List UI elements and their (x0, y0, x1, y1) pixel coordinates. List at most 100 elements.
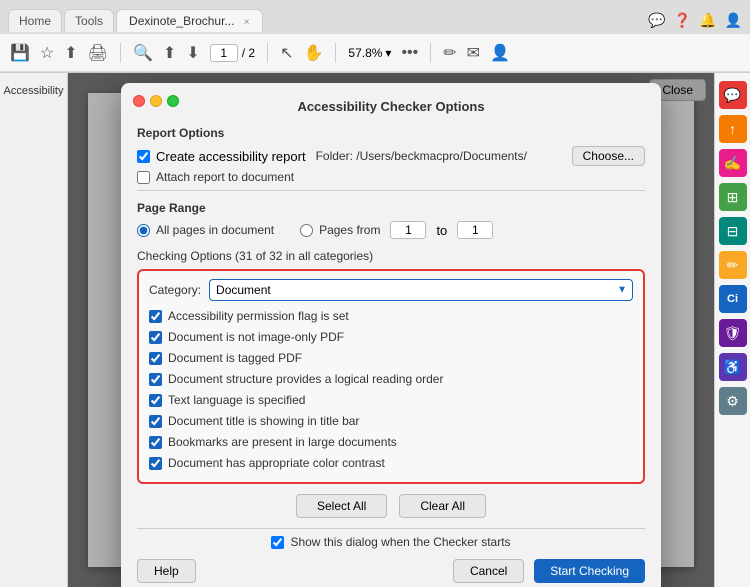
edit-icon[interactable]: ✏ (719, 251, 747, 279)
page-from-input[interactable] (390, 221, 426, 239)
share2-icon[interactable]: 👤 (490, 43, 510, 63)
list-item: Accessibility permission flag is set (149, 309, 633, 323)
ci-icon[interactable]: Ci (719, 285, 747, 313)
organize-icon[interactable]: ⊟ (719, 217, 747, 245)
category-row: Category: Document Page Content Forms Al… (149, 279, 633, 301)
page-separator: / 2 (242, 46, 255, 60)
tab-close-icon[interactable]: × (244, 17, 250, 28)
zoom-value: 57.8% (348, 46, 382, 60)
folder-path: Folder: /Users/beckmacpro/Documents/ (316, 149, 527, 163)
avatar-icon[interactable]: 👤 (725, 12, 742, 29)
show-dialog-row: Show this dialog when the Checker starts (137, 535, 645, 549)
notifications-icon[interactable]: 🔔 (699, 12, 716, 29)
cancel-button[interactable]: Cancel (453, 559, 524, 583)
pdf-area: Close Accessibility Checker Options Repo… (68, 73, 714, 587)
traffic-lights (133, 95, 179, 107)
select-all-button[interactable]: Select All (296, 494, 387, 518)
next-page-icon[interactable]: ⬇ (186, 43, 199, 63)
prev-page-icon[interactable]: ⬆ (163, 43, 176, 63)
checking-options-label: Checking Options (31 of 32 in all catego… (137, 249, 645, 263)
list-item: Document is not image-only PDF (149, 330, 633, 344)
checkbox-permission[interactable] (149, 310, 162, 323)
checkbox-not-image-label: Document is not image-only PDF (168, 330, 344, 344)
upload-icon[interactable]: ⬆ (64, 43, 77, 63)
zoom-out-icon[interactable]: 🔍 (133, 43, 153, 63)
traffic-light-close[interactable] (133, 95, 145, 107)
protect-icon[interactable]: 🛡 (719, 319, 747, 347)
clear-all-button[interactable]: Clear All (399, 494, 486, 518)
annotate-icon[interactable]: ✏ (443, 43, 456, 63)
tab-active[interactable]: Dexinote_Brochur... × (116, 9, 263, 32)
toolbar-sep-1 (120, 43, 121, 63)
zoom-dropdown-icon[interactable]: ▾ (385, 46, 391, 60)
checkbox-permission-label: Accessibility permission flag is set (168, 309, 349, 323)
right-panel: 💬 ↑ ✍ ⊞ ⊟ ✏ Ci 🛡 ♿ ⚙ (714, 73, 750, 587)
checkbox-bookmarks[interactable] (149, 436, 162, 449)
divider-2 (137, 528, 645, 529)
toolbar-sep-4 (430, 43, 431, 63)
checkbox-tagged[interactable] (149, 352, 162, 365)
traffic-light-minimize[interactable] (150, 95, 162, 107)
create-report-row: Create accessibility report Folder: /Use… (137, 146, 645, 166)
more-options-icon[interactable]: ••• (401, 44, 418, 62)
choose-button[interactable]: Choose... (572, 146, 645, 166)
all-pages-radio[interactable] (137, 224, 150, 237)
bookmark-icon[interactable]: ☆ (40, 43, 54, 63)
list-item: Document is tagged PDF (149, 351, 633, 365)
help-icon[interactable]: ❓ (674, 12, 691, 29)
browser-chrome: Home Tools Dexinote_Brochur... × 💬 ❓ 🔔 👤… (0, 0, 750, 73)
tab-tools[interactable]: Tools (64, 9, 114, 32)
checkbox-title[interactable] (149, 415, 162, 428)
divider-1 (137, 190, 645, 191)
list-item: Document structure provides a logical re… (149, 372, 633, 386)
comment-icon[interactable]: 💬 (719, 81, 747, 109)
category-section: Category: Document Page Content Forms Al… (137, 269, 645, 484)
pages-from-label: Pages from (319, 223, 380, 237)
save-icon[interactable]: 💾 (10, 43, 30, 63)
create-report-checkbox[interactable] (137, 150, 150, 163)
checkbox-language[interactable] (149, 394, 162, 407)
accessibility-icon[interactable]: ♿ (719, 353, 747, 381)
hand-icon[interactable]: ✋ (303, 43, 323, 63)
footer-buttons: Help Cancel Start Checking (137, 559, 645, 583)
report-options-section-title: Report Options (137, 126, 645, 140)
modal-overlay: Accessibility Checker Options Report Opt… (68, 73, 714, 587)
footer-right: Cancel Start Checking (453, 559, 645, 583)
checkbox-bookmarks-label: Bookmarks are present in large documents (168, 435, 397, 449)
help-button[interactable]: Help (137, 559, 196, 583)
list-item: Document has appropriate color contrast (149, 456, 633, 470)
attach-report-checkbox[interactable] (137, 171, 150, 184)
fill-sign-icon[interactable]: ✍ (719, 149, 747, 177)
page-number-input[interactable] (210, 44, 238, 62)
print-icon[interactable]: 🖨 (88, 43, 108, 63)
share-icon[interactable]: ↑ (719, 115, 747, 143)
export-icon[interactable]: ⊞ (719, 183, 747, 211)
page-to-input[interactable] (457, 221, 493, 239)
category-select[interactable]: Document Page Content Forms Alternate Te… (209, 279, 633, 301)
page-range-title: Page Range (137, 201, 645, 215)
email-icon[interactable]: ✉ (467, 43, 480, 63)
show-dialog-checkbox[interactable] (271, 536, 284, 549)
checkbox-tagged-label: Document is tagged PDF (168, 351, 302, 365)
list-item: Document title is showing in title bar (149, 414, 633, 428)
left-panel: Accessibility (0, 73, 68, 587)
accessibility-label: Accessibility (0, 77, 67, 105)
all-pages-radio-row[interactable]: All pages in document (137, 223, 274, 237)
start-checking-button[interactable]: Start Checking (534, 559, 645, 583)
zoom-control[interactable]: 57.8% ▾ (348, 46, 391, 60)
traffic-light-maximize[interactable] (167, 95, 179, 107)
checkbox-color-contrast-label: Document has appropriate color contrast (168, 456, 385, 470)
tools-settings-icon[interactable]: ⚙ (719, 387, 747, 415)
page-nav: / 2 (210, 44, 255, 62)
pages-from-radio[interactable] (300, 224, 313, 237)
chat-icon[interactable]: 💬 (648, 12, 665, 29)
checkbox-language-label: Text language is specified (168, 393, 305, 407)
browser-tabs: Home Tools Dexinote_Brochur... × 💬 ❓ 🔔 👤 (0, 0, 750, 34)
checkbox-reading-order[interactable] (149, 373, 162, 386)
select-icon[interactable]: ↖ (280, 43, 293, 63)
category-select-wrapper: Document Page Content Forms Alternate Te… (209, 279, 633, 301)
checkbox-color-contrast[interactable] (149, 457, 162, 470)
checkbox-not-image[interactable] (149, 331, 162, 344)
tab-home[interactable]: Home (8, 9, 62, 32)
pages-from-radio-row[interactable]: Pages from (300, 223, 380, 237)
